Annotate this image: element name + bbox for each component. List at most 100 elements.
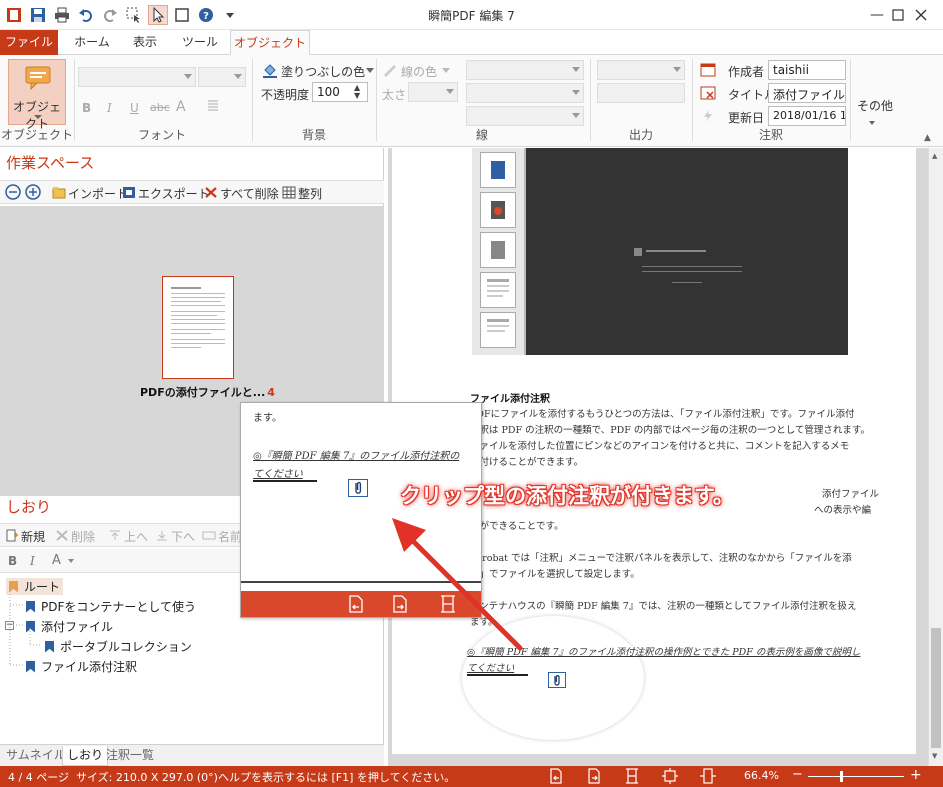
move-down-button[interactable]: 下へ	[155, 528, 195, 545]
tab-annotation-list[interactable]: 注釈一覧	[102, 746, 158, 766]
app-icon	[4, 5, 24, 25]
tab-object[interactable]: オブジェクト	[230, 30, 310, 55]
arrange-button[interactable]: 整列	[282, 185, 322, 202]
bookmark-bold-button[interactable]: B	[8, 554, 17, 568]
redo-icon[interactable]	[100, 5, 120, 25]
text-align-icon[interactable]	[206, 99, 220, 116]
zoom-in-icon[interactable]	[25, 184, 41, 203]
tab-view[interactable]: 表示	[122, 30, 168, 55]
ribbon-tabs: ファイル ホーム 表示 ツール オブジェクト	[0, 30, 943, 55]
underline-button[interactable]: U	[130, 101, 139, 115]
tab-thumbnails[interactable]: サムネイル	[2, 746, 70, 766]
vertical-scrollbar[interactable]: ▲ ▼	[928, 148, 943, 766]
delete-all-button[interactable]: すべて削除	[204, 185, 279, 202]
doc-link-line[interactable]: てください	[467, 660, 529, 676]
ribbon-collapse-icon[interactable]: ▲	[924, 133, 931, 143]
popup-extract-icon[interactable]	[347, 595, 365, 616]
move-up-icon	[108, 529, 122, 545]
fill-bucket-icon[interactable]	[262, 62, 278, 81]
zoom-slider-thumb[interactable]	[840, 771, 843, 782]
status-export-icon[interactable]	[586, 768, 602, 787]
tab-home[interactable]: ホーム	[66, 30, 118, 55]
status-zoom: 66.4%	[744, 769, 779, 782]
title-input[interactable]: 添付ファイル	[768, 83, 846, 103]
annotation-delete-icon[interactable]	[700, 86, 716, 103]
window-icon[interactable]	[172, 5, 192, 25]
scroll-down-icon[interactable]: ▼	[932, 752, 937, 760]
annotation-window-icon[interactable]	[700, 63, 716, 80]
save-icon[interactable]	[28, 5, 48, 25]
page-thumbnail[interactable]	[162, 276, 234, 379]
delete-bookmark-button[interactable]: 削除	[55, 528, 95, 545]
doc-paragraph-line: への表示や編	[814, 505, 872, 516]
rename-label: 名前	[218, 530, 243, 544]
updated-input[interactable]: 2018/01/16 17	[768, 106, 846, 126]
doc-paragraph-line: を付けることができます。	[470, 457, 584, 468]
tab-tools[interactable]: ツール	[175, 30, 225, 55]
undo-icon[interactable]	[76, 5, 96, 25]
line-start-select[interactable]	[466, 83, 584, 103]
close-button[interactable]	[899, 0, 943, 30]
line-end-select[interactable]	[466, 106, 584, 126]
status-fit-page-icon[interactable]	[662, 768, 678, 787]
doc-paragraph-line: 添付ファイル	[822, 489, 880, 500]
bold-button[interactable]: B	[82, 101, 91, 115]
opacity-value: 100	[317, 85, 340, 99]
line-color-caret[interactable]	[442, 68, 450, 73]
bookmark-item-container[interactable]: PDFをコンテナーとして使う	[26, 598, 196, 615]
bookmark-italic-button[interactable]: I	[30, 554, 35, 568]
scrollbar-thumb[interactable]	[931, 628, 941, 748]
new-bookmark-button[interactable]: 新規	[5, 528, 45, 545]
popup-link-line[interactable]: ◎『瞬簡 PDF 編集 7』のファイル添付注釈の	[253, 447, 459, 462]
output-select-1[interactable]	[597, 60, 685, 80]
line-color-label[interactable]: 線の色	[401, 63, 437, 80]
ribbon: オブジェクト オブジェクト B I U abc A フォント 塗りつぶしの色 不…	[0, 55, 943, 147]
other-caret[interactable]	[869, 121, 875, 125]
annotation-flash-icon[interactable]	[702, 109, 714, 126]
fill-color-caret[interactable]	[366, 68, 374, 73]
rename-button[interactable]: 名前	[202, 528, 242, 545]
scroll-up-icon[interactable]: ▲	[932, 152, 937, 160]
select-area-icon[interactable]	[124, 5, 144, 25]
popup-link-line[interactable]: てください	[253, 465, 317, 482]
svg-text:?: ?	[203, 11, 209, 22]
thickness-select[interactable]	[408, 82, 458, 102]
bookmark-color-caret[interactable]	[68, 559, 74, 563]
tab-file[interactable]: ファイル	[0, 30, 58, 55]
zoom-slider[interactable]	[808, 776, 904, 777]
popup-text: ます。	[253, 413, 282, 424]
move-up-button[interactable]: 上へ	[108, 528, 148, 545]
zoom-out-icon[interactable]	[5, 184, 21, 203]
font-size-select[interactable]	[198, 67, 246, 87]
opacity-spinner[interactable]: ▲ ▼	[354, 84, 360, 100]
object-dropdown-caret	[34, 115, 42, 119]
comment-icon	[25, 66, 51, 93]
bookmark-item-portable-collection[interactable]: ポータブルコレクション	[45, 638, 192, 655]
font-color-button[interactable]: A	[176, 99, 186, 115]
object-button[interactable]: オブジェクト	[8, 59, 66, 131]
line-pen-icon[interactable]	[382, 63, 398, 80]
italic-button[interactable]: I	[107, 101, 112, 115]
strikethrough-button[interactable]: abc	[150, 101, 170, 114]
status-extract-icon[interactable]	[548, 768, 564, 787]
line-style-select[interactable]	[466, 60, 584, 80]
paperclip-annotation-icon[interactable]	[548, 672, 566, 688]
print-icon[interactable]	[52, 5, 72, 25]
status-fit-height-icon[interactable]	[624, 768, 640, 787]
export-button[interactable]: エクスポート	[122, 185, 210, 202]
import-button[interactable]: インポート	[52, 185, 128, 202]
font-family-select[interactable]	[78, 67, 196, 87]
new-bookmark-label: 新規	[21, 530, 46, 544]
customize-qat-icon[interactable]	[220, 5, 240, 25]
status-fit-width-icon[interactable]	[700, 768, 716, 787]
fill-color-label[interactable]: 塗りつぶしの色	[281, 63, 365, 80]
bookmark-color-button[interactable]: A	[52, 553, 61, 568]
popup-paperclip-icon[interactable]	[348, 479, 368, 497]
pointer-tool-icon[interactable]	[148, 5, 168, 25]
help-icon[interactable]: ?	[196, 5, 216, 25]
author-input[interactable]: taishii	[768, 60, 846, 80]
other-button[interactable]: その他	[857, 97, 893, 114]
output-select-2[interactable]	[597, 83, 685, 103]
zoom-out-button[interactable]: −	[792, 768, 803, 782]
zoom-in-button[interactable]: +	[910, 767, 922, 783]
